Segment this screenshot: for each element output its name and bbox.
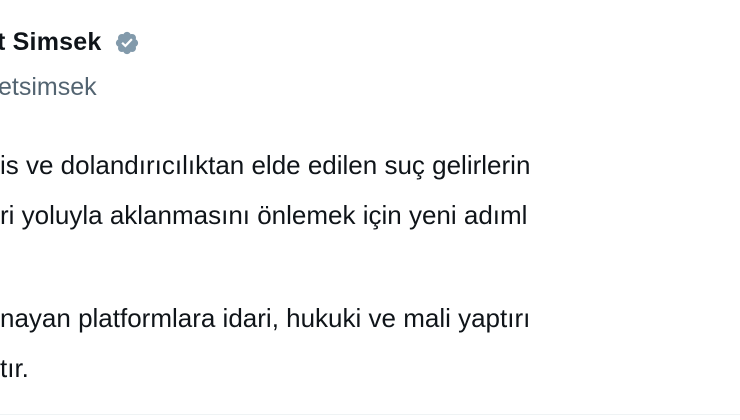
verified-badge-icon [114,30,140,56]
tweet-text-line-1: is ve dolandırıcılıktan elde edilen suç … [0,150,531,180]
author-row: t Simsek [0,28,140,57]
author-display-name[interactable]: t Simsek [0,28,101,57]
tweet-text-line-4: tır. [0,353,29,383]
author-handle[interactable]: etsimsek [0,73,97,102]
divider [0,414,740,415]
tweet-text-line-3: nayan platformlara idari, hukuki ve mali… [0,303,531,333]
tweet-card: t Simsek etsimsek is ve dolandırıcılıkta… [0,0,740,420]
tweet-text-line-2: ri yoluyla aklanmasını önlemek için yeni… [0,200,528,230]
